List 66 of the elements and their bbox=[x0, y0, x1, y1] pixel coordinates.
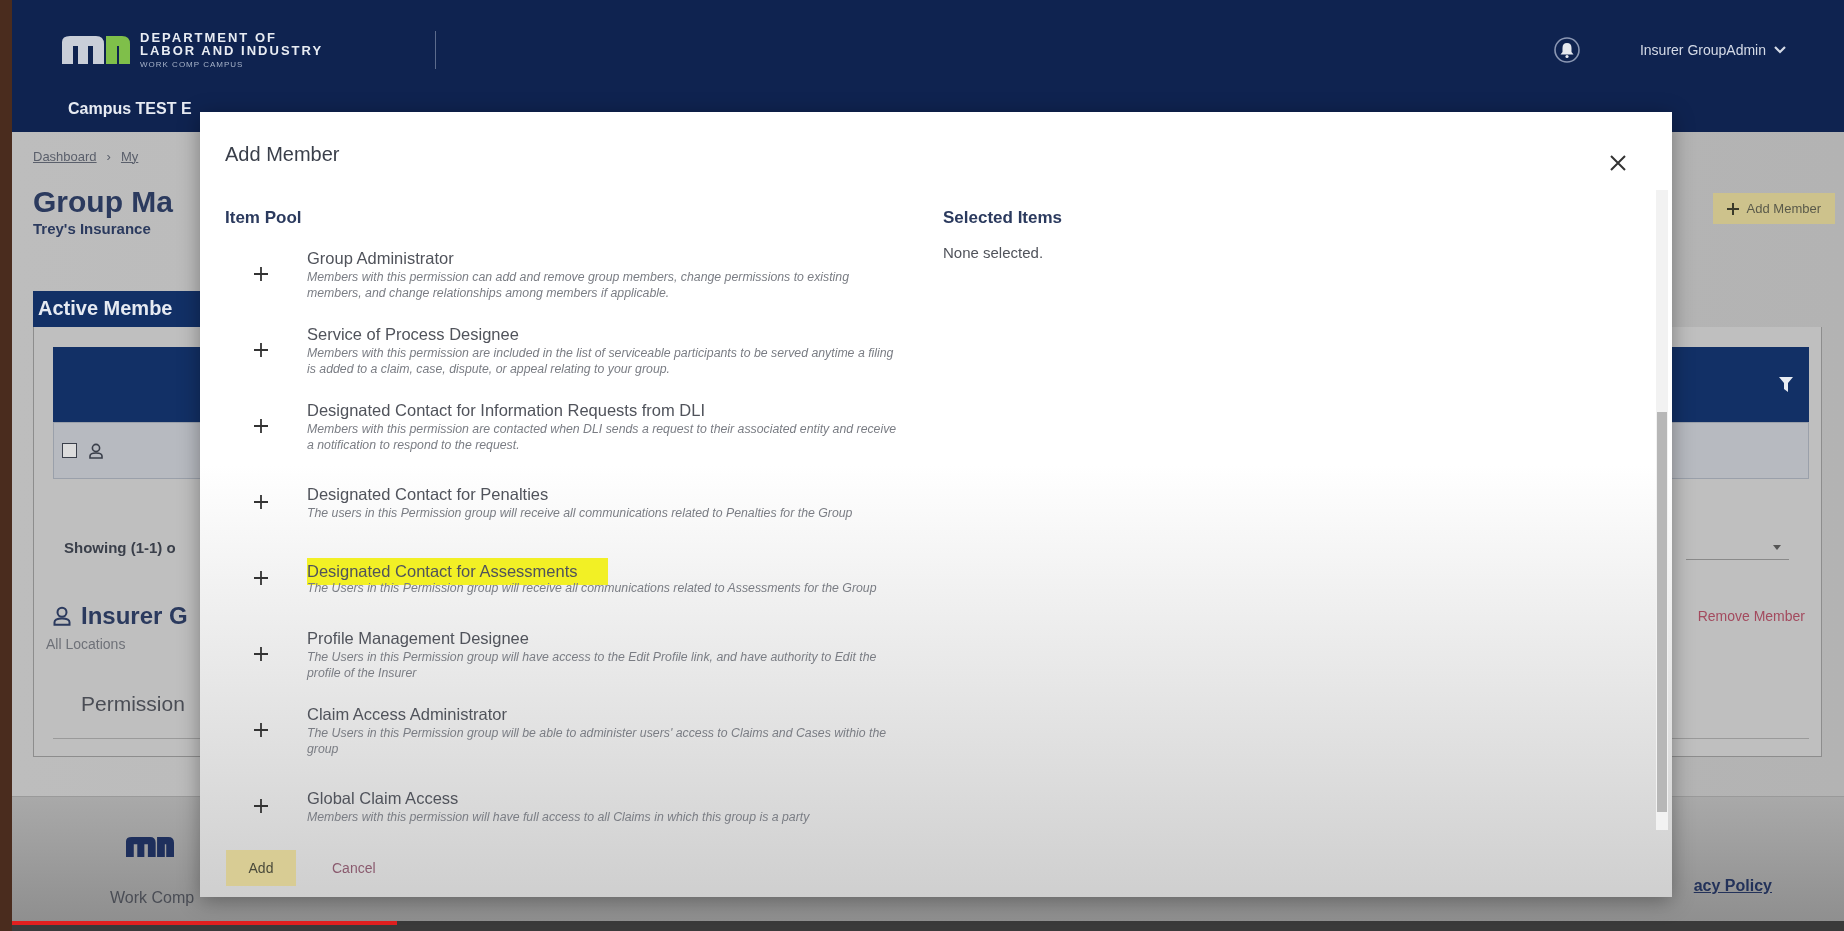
permission-description: The Users in this Permission group will have access to the Edit Profile link, and have authority to Edit the profile of the Insurer bbox=[307, 649, 878, 682]
permission-description: Members with this permission can add and remove group members, change permissions to existing members, and change relationships among members if applicable. bbox=[307, 269, 850, 302]
panel-tab[interactable]: Active Membe bbox=[33, 291, 200, 327]
add-item-button[interactable] bbox=[251, 492, 271, 512]
plus-icon bbox=[254, 495, 268, 509]
item-pool-heading: Item Pool bbox=[225, 208, 303, 229]
permission-description: Members with this permission are included in the list of serviceable participants to be served anytime a filing is added to a claim, case, dispute, or appeal relating to your group. bbox=[307, 345, 895, 378]
breadcrumb-link[interactable]: Dashboard bbox=[33, 148, 97, 164]
breadcrumb-separator: › bbox=[106, 148, 111, 164]
permission-title: Profile Management Designee bbox=[307, 627, 529, 649]
permission-title: Group Administrator bbox=[307, 247, 454, 269]
add-item-button[interactable] bbox=[251, 340, 271, 360]
add-item-button[interactable] bbox=[251, 264, 271, 284]
add-item-button[interactable] bbox=[251, 416, 271, 436]
plus-icon bbox=[1726, 202, 1739, 215]
scrollbar[interactable] bbox=[1656, 190, 1668, 830]
add-item-button[interactable] bbox=[251, 796, 271, 816]
selected-items-heading: Selected Items bbox=[943, 208, 1063, 229]
permission-title: Designated Contact for Information Requests from DLI bbox=[307, 399, 706, 421]
empty-selection-text: None selected. bbox=[943, 244, 1045, 261]
add-item-button[interactable] bbox=[251, 644, 271, 664]
bell-icon[interactable] bbox=[1553, 37, 1580, 63]
plus-icon bbox=[254, 571, 268, 585]
member-location: All Locations bbox=[46, 636, 126, 652]
checkbox[interactable] bbox=[62, 443, 77, 458]
close-button[interactable] bbox=[1610, 155, 1626, 171]
breadcrumb-link[interactable]: My bbox=[120, 148, 139, 164]
permission-title: Designated Contact for Penalties bbox=[307, 483, 549, 505]
permission-title: Claim Access Administrator bbox=[307, 703, 507, 725]
page-subtitle: Trey's Insurance bbox=[33, 220, 152, 237]
plus-icon bbox=[254, 799, 268, 813]
remove-member-link[interactable]: Remove Member bbox=[1697, 608, 1805, 624]
plus-icon bbox=[254, 267, 268, 281]
member-name: Insurer G bbox=[81, 602, 188, 630]
user-icon bbox=[53, 606, 71, 626]
plus-icon bbox=[254, 723, 268, 737]
privacy-policy-link[interactable]: acy Policy bbox=[1693, 877, 1772, 895]
filter-icon[interactable] bbox=[1779, 377, 1793, 392]
permission-description: Members with this permission will have full access to all Claims in which this group is a party bbox=[307, 809, 811, 826]
dialog-title: Add Member bbox=[225, 143, 340, 166]
close-icon bbox=[1610, 155, 1626, 171]
chevron-down-icon bbox=[1774, 46, 1786, 54]
add-item-button[interactable] bbox=[251, 568, 271, 588]
showing-count: Showing (1-1) o bbox=[64, 539, 176, 556]
logo-subtitle: WORK COMP CAMPUS bbox=[140, 60, 245, 70]
logo-icon bbox=[126, 835, 174, 859]
logo-text: LABOR AND INDUSTRY bbox=[140, 44, 324, 58]
logo-text: DEPARTMENT OF bbox=[140, 30, 278, 45]
add-button[interactable]: Add bbox=[226, 849, 296, 886]
plus-icon bbox=[254, 343, 268, 357]
caret-icon bbox=[1773, 544, 1781, 550]
permission-title: Service of Process Designee bbox=[307, 323, 519, 345]
environment-label: Campus TEST E bbox=[67, 100, 193, 118]
cancel-link[interactable]: Cancel bbox=[332, 859, 376, 876]
permission-title: Global Claim Access bbox=[307, 787, 459, 809]
permission-description: Members with this permission are contacted when DLI sends a request to their associated entity and receive a notification to respond to the request. bbox=[307, 421, 898, 454]
user-icon bbox=[89, 442, 103, 459]
add-member-button[interactable]: Add Member bbox=[1712, 193, 1835, 224]
permission-description: The users in this Permission group will receive all communications related to Penalties for the Group bbox=[307, 505, 854, 522]
logo-icon bbox=[62, 36, 130, 64]
add-item-button[interactable] bbox=[251, 720, 271, 740]
plus-icon bbox=[254, 647, 268, 661]
footer-text: Work Comp bbox=[110, 889, 195, 907]
plus-icon bbox=[254, 419, 268, 433]
page-title: Group Ma bbox=[33, 185, 173, 218]
user-menu[interactable]: Insurer GroupAdmin bbox=[1639, 42, 1786, 58]
